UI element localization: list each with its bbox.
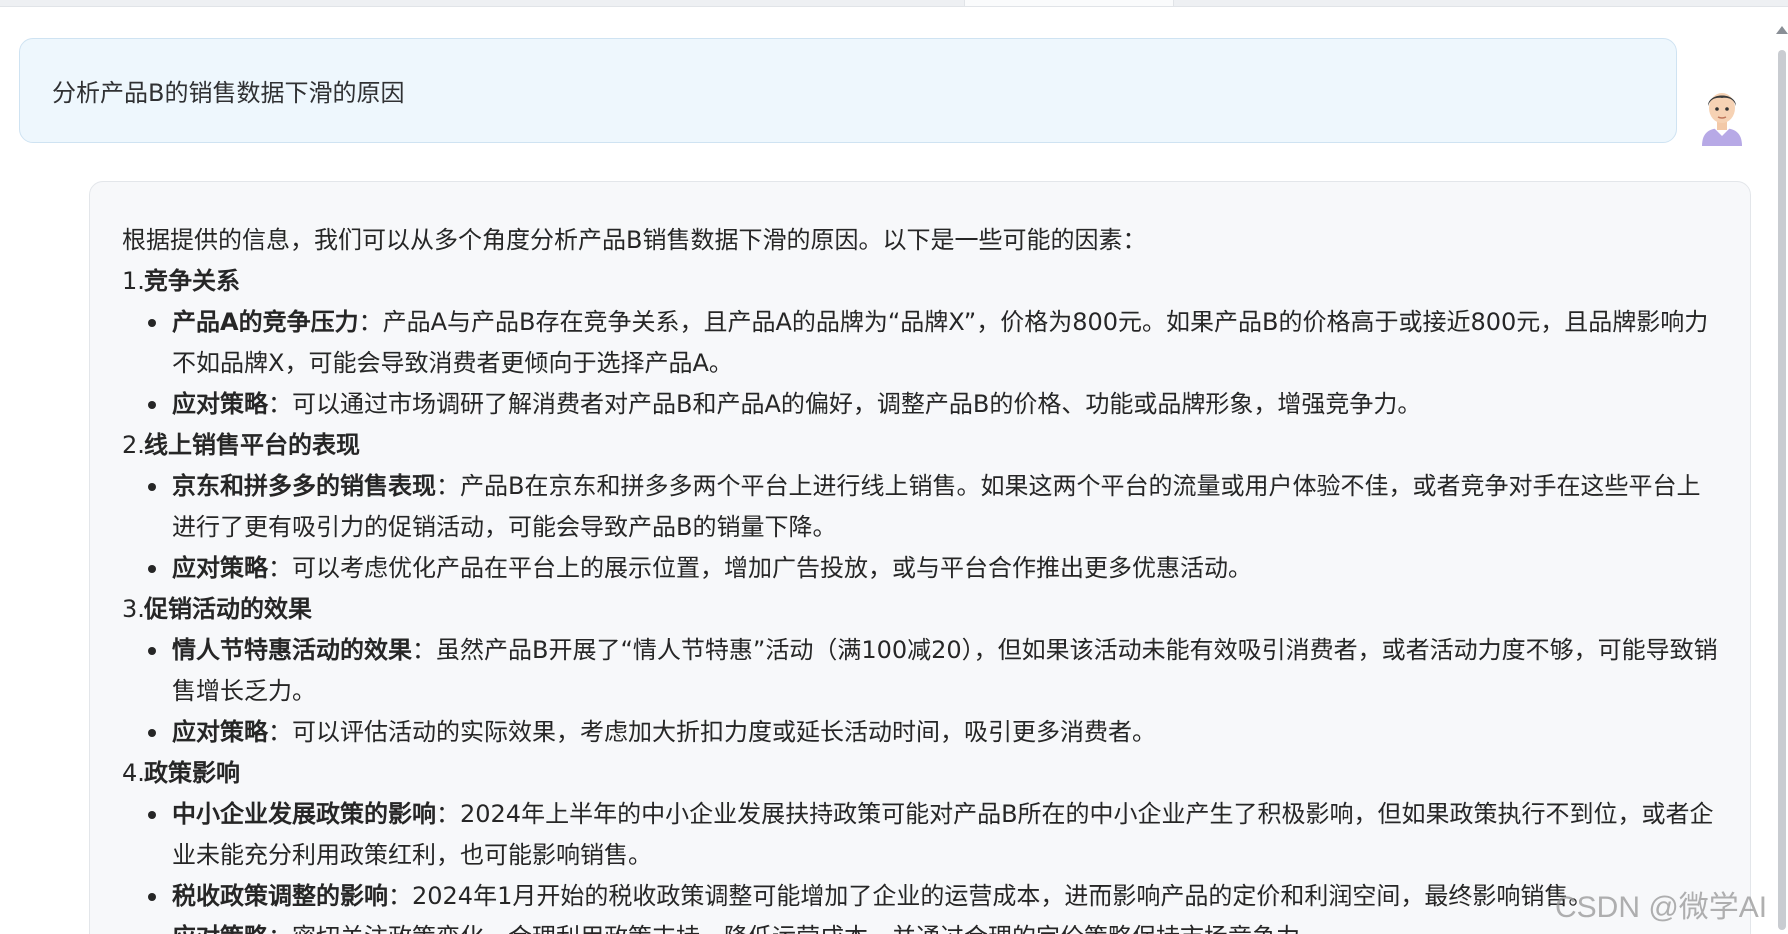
bullet-point: 情人节特惠活动的效果：虽然产品B开展了“情人节特惠”活动（满100减20），但如… (148, 630, 1718, 712)
answer-intro: 根据提供的信息，我们可以从多个角度分析产品B销售数据下滑的原因。以下是一些可能的… (122, 226, 1147, 254)
bullet-point: 京东和拼多多的销售表现：产品B在京东和拼多多两个平台上进行线上销售。如果这两个平… (148, 466, 1718, 548)
scroll-up-arrow-icon[interactable] (1776, 26, 1788, 34)
bullet-separator: ： (388, 882, 412, 910)
bullet-separator: ： (268, 718, 292, 746)
bullet-point: 税收政策调整的影响：2024年1月开始的税收政策调整可能增加了企业的运营成本，进… (148, 876, 1718, 917)
assistant-answer-card: 根据提供的信息，我们可以从多个角度分析产品B销售数据下滑的原因。以下是一些可能的… (89, 181, 1751, 934)
top-tab-strip (0, 0, 1788, 7)
bullet-text: 密切关注政策变化，合理利用政策支持，降低运营成本，并通过合理的定价策略保持市场竞… (292, 923, 1324, 934)
bullet-label: 应对策略 (172, 923, 268, 934)
section-item: 3.促销活动的效果 情人节特惠活动的效果：虽然产品B开展了“情人节特惠”活动（满… (122, 589, 1718, 753)
user-avatar-icon (1698, 88, 1746, 146)
bullet-point: 应对策略：可以通过市场调研了解消费者对产品B和产品A的偏好，调整产品B的价格、功… (148, 384, 1718, 425)
section-title: 促销活动的效果 (144, 595, 312, 623)
section-item: 4.政策影响 中小企业发展政策的影响：2024年上半年的中小企业发展扶持政策可能… (122, 753, 1718, 934)
bullet-label: 税收政策调整的影响 (172, 882, 388, 910)
vertical-scrollbar[interactable] (1770, 20, 1788, 934)
bullet-text: 可以评估活动的实际效果，考虑加大折扣力度或延长活动时间，吸引更多消费者。 (292, 718, 1156, 746)
section-number: 3. (122, 595, 145, 623)
bullet-point: 产品A的竞争压力：产品A与产品B存在竞争关系，且产品A的品牌为“品牌X”，价格为… (148, 302, 1718, 384)
section-number: 4. (122, 759, 145, 787)
answer-sections: 1.竞争关系 产品A的竞争压力：产品A与产品B存在竞争关系，且产品A的品牌为“品… (122, 261, 1718, 934)
bullet-text: 2024年1月开始的税收政策调整可能增加了企业的运营成本，进而影响产品的定价和利… (412, 882, 1593, 910)
section-title: 线上销售平台的表现 (144, 431, 360, 459)
user-message-bubble: 分析产品B的销售数据下滑的原因 (19, 38, 1677, 143)
bullet-point: 应对策略：可以考虑优化产品在平台上的展示位置，增加广告投放，或与平台合作推出更多… (148, 548, 1718, 589)
bullet-label: 应对策略 (172, 718, 268, 746)
bullet-label: 产品A的竞争压力 (172, 308, 359, 336)
bullet-separator: ： (268, 554, 292, 582)
scrollbar-thumb[interactable] (1778, 50, 1786, 930)
bullet-label: 情人节特惠活动的效果 (172, 636, 412, 664)
user-message-text: 分析产品B的销售数据下滑的原因 (52, 79, 405, 107)
csdn-watermark: CSDN @微学AI (1555, 891, 1768, 924)
section-item: 2.线上销售平台的表现 京东和拼多多的销售表现：产品B在京东和拼多多两个平台上进… (122, 425, 1718, 589)
bullet-text: 可以考虑优化产品在平台上的展示位置，增加广告投放，或与平台合作推出更多优惠活动。 (292, 554, 1252, 582)
section-title: 政策影响 (144, 759, 240, 787)
bullet-point: 中小企业发展政策的影响：2024年上半年的中小企业发展扶持政策可能对产品B所在的… (148, 794, 1718, 876)
bullet-point: 应对策略：密切关注政策变化，合理利用政策支持，降低运营成本，并通过合理的定价策略… (172, 917, 1718, 934)
section-number: 1. (122, 267, 145, 295)
bullet-separator: ： (412, 636, 436, 664)
bullet-label: 应对策略 (172, 390, 268, 418)
bullet-label: 京东和拼多多的销售表现 (172, 472, 436, 500)
bullet-label: 中小企业发展政策的影响 (172, 800, 436, 828)
bullet-separator: ： (436, 472, 460, 500)
active-tab[interactable] (964, 0, 1174, 6)
bullet-separator: ： (436, 800, 460, 828)
section-title: 竞争关系 (144, 267, 240, 295)
bullet-separator: ： (358, 308, 383, 336)
bullet-point: 应对策略：可以评估活动的实际效果，考虑加大折扣力度或延长活动时间，吸引更多消费者… (148, 712, 1718, 753)
bullet-separator: ： (268, 390, 292, 418)
section-number: 2. (122, 431, 145, 459)
bullet-label: 应对策略 (172, 554, 268, 582)
chat-window: 分析产品B的销售数据下滑的原因 根据提供的信息，我们可以从多个角度分析产品B销售… (0, 0, 1788, 934)
bullet-separator: ： (268, 923, 292, 934)
bullet-text: 可以通过市场调研了解消费者对产品B和产品A的偏好，调整产品B的价格、功能或品牌形… (292, 390, 1422, 418)
bullet-text: 产品A与产品B存在竞争关系，且产品A的品牌为“品牌X”，价格为800元。如果产品… (172, 308, 1709, 377)
section-item: 1.竞争关系 产品A的竞争压力：产品A与产品B存在竞争关系，且产品A的品牌为“品… (122, 261, 1718, 425)
